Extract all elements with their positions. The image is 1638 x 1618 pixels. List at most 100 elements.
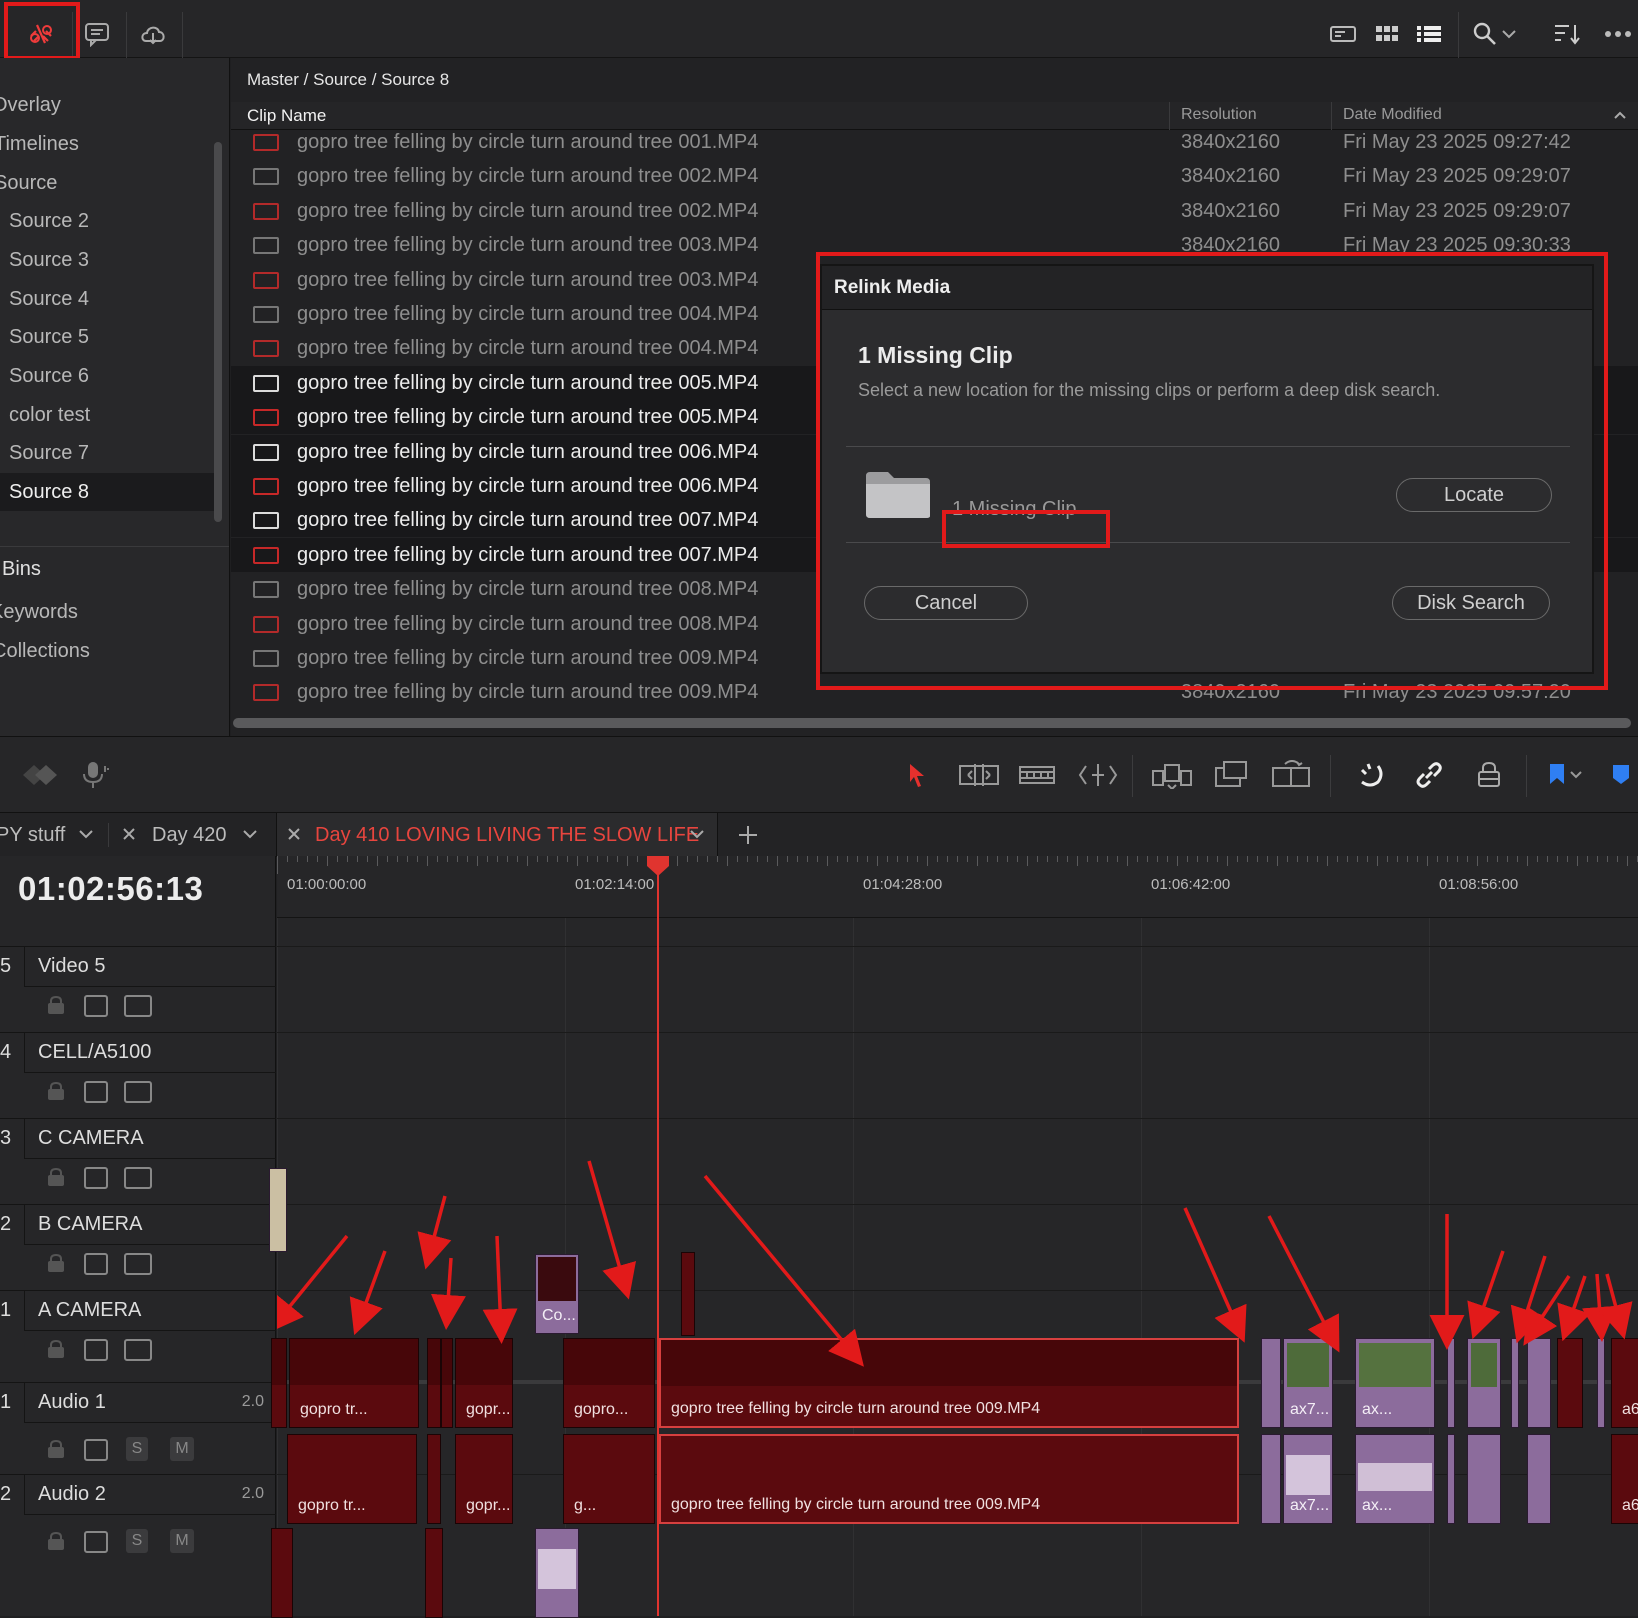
- audio-track-header[interactable]: 1 Audio 1 2.0 S M: [0, 1382, 276, 1474]
- trim-icon[interactable]: [956, 759, 1002, 791]
- sidebar-item[interactable]: Source 7: [0, 434, 214, 472]
- mute-button[interactable]: M: [170, 1529, 194, 1553]
- track-visibility-icon[interactable]: [124, 1339, 152, 1361]
- chevron-down-icon[interactable]: [1566, 759, 1586, 791]
- tab-day-410-active[interactable]: Day 410 LOVING LIVING THE SLOW LIFE: [276, 813, 718, 857]
- column-clip-name[interactable]: Clip Name: [247, 106, 326, 126]
- sidebar-item[interactable]: Source 8: [0, 473, 214, 511]
- chevron-down-icon[interactable]: [78, 829, 94, 839]
- breadcrumb[interactable]: Master / Source / Source 8: [247, 70, 449, 90]
- sidebar-item[interactable]: Source 5: [0, 318, 214, 356]
- close-icon[interactable]: [287, 827, 301, 841]
- sidebar-item[interactable]: Source 4: [0, 280, 214, 318]
- video-track-header[interactable]: 2 B CAMERA: [0, 1204, 276, 1290]
- track-visibility-icon[interactable]: [124, 995, 152, 1017]
- blade-icon[interactable]: [1076, 759, 1120, 791]
- lock-icon[interactable]: [46, 1167, 66, 1187]
- video-track-header[interactable]: 1 A CAMERA: [0, 1290, 276, 1376]
- lock-icon[interactable]: [46, 1439, 66, 1459]
- thumbnail-view-icon[interactable]: [1320, 12, 1366, 56]
- solo-button[interactable]: S: [126, 1529, 148, 1553]
- auto-select-icon[interactable]: [84, 1167, 108, 1189]
- marker-icon[interactable]: [1604, 759, 1638, 791]
- close-icon[interactable]: [122, 827, 136, 841]
- position-lock-icon[interactable]: [1472, 759, 1506, 791]
- sidebar-item[interactable]: Source 2: [0, 202, 214, 240]
- media-row[interactable]: gopro tree felling by circle turn around…: [231, 159, 1638, 193]
- sidebar-section[interactable]: Collections: [0, 632, 214, 670]
- metadata-icon[interactable]: [74, 12, 120, 56]
- sidebar-item[interactable]: color test: [0, 396, 214, 434]
- lock-icon[interactable]: [46, 1253, 66, 1273]
- render-cache-icon[interactable]: [20, 759, 60, 791]
- chevron-down-icon[interactable]: [689, 829, 705, 839]
- video-track-header[interactable]: 4 CELL/A5100: [0, 1032, 276, 1118]
- track-name[interactable]: Audio 1: [38, 1391, 106, 1414]
- sort-ascending-icon[interactable]: [1613, 110, 1627, 120]
- auto-select-icon[interactable]: [84, 1253, 108, 1275]
- tab-py-stuff[interactable]: PY stuff: [0, 813, 104, 857]
- cloud-icon[interactable]: [130, 12, 176, 56]
- track-name[interactable]: Video 5: [38, 955, 105, 978]
- auto-select-icon[interactable]: [84, 1531, 108, 1553]
- linked-selection-icon[interactable]: [1412, 759, 1446, 791]
- grid-view-icon[interactable]: [1364, 12, 1410, 56]
- sidebar-item[interactable]: Timelines: [0, 125, 214, 163]
- sidebar-item[interactable]: Source 6: [0, 357, 214, 395]
- solo-button[interactable]: S: [126, 1437, 148, 1461]
- track-visibility-icon[interactable]: [124, 1167, 152, 1189]
- sort-icon[interactable]: [1544, 12, 1590, 56]
- list-view-icon[interactable]: [1406, 12, 1452, 56]
- lock-icon[interactable]: [46, 1339, 66, 1359]
- track-name[interactable]: C CAMERA: [38, 1127, 144, 1150]
- replace-icon[interactable]: [1270, 759, 1314, 791]
- media-row[interactable]: gopro tree felling by circle turn around…: [231, 125, 1638, 159]
- relink-icon[interactable]: [18, 12, 64, 56]
- audio-track-header[interactable]: 2 Audio 2 2.0 S M: [0, 1474, 276, 1566]
- horizontal-scrollbar[interactable]: [233, 718, 1631, 728]
- mute-button[interactable]: M: [170, 1437, 194, 1461]
- track-name[interactable]: A CAMERA: [38, 1299, 141, 1322]
- chevron-down-icon[interactable]: [1494, 12, 1524, 56]
- add-timeline-button[interactable]: [736, 813, 764, 857]
- overwrite-icon[interactable]: [1212, 759, 1252, 791]
- voiceover-mic-icon[interactable]: [78, 759, 112, 791]
- sidebar-item[interactable]: Source 3: [0, 241, 214, 279]
- track-visibility-icon[interactable]: [124, 1253, 152, 1275]
- timeline-area[interactable]: 01:00:00:00 01:02:14:00 01:04:28:00 01:06:4…: [269, 856, 1638, 1618]
- lock-icon[interactable]: [46, 1531, 66, 1551]
- lock-icon[interactable]: [46, 995, 66, 1015]
- track-name[interactable]: CELL/A5100: [38, 1041, 151, 1064]
- chevron-down-icon[interactable]: [242, 829, 258, 839]
- auto-select-icon[interactable]: [84, 1439, 108, 1461]
- auto-select-icon[interactable]: [84, 995, 108, 1017]
- column-resolution[interactable]: Resolution: [1181, 106, 1257, 124]
- timecode-display[interactable]: 01:02:56:13: [18, 870, 203, 908]
- disk-search-button[interactable]: Disk Search: [1392, 586, 1550, 620]
- sidebar-section[interactable]: Keywords: [0, 593, 214, 631]
- tab-day-420[interactable]: Day 420: [118, 813, 268, 857]
- selection-icon[interactable]: [900, 759, 934, 791]
- locate-button[interactable]: Locate: [1396, 478, 1552, 512]
- media-row[interactable]: gopro tree felling by circle turn around…: [231, 194, 1638, 228]
- snapping-icon[interactable]: [1354, 759, 1388, 791]
- track-name[interactable]: Audio 2: [38, 1483, 106, 1506]
- media-row[interactable]: gopro tree felling by circle turn around…: [231, 675, 1638, 709]
- sidebar-item[interactable]: Overlay: [0, 86, 214, 124]
- auto-select-icon[interactable]: [84, 1081, 108, 1103]
- track-visibility-icon[interactable]: [124, 1081, 152, 1103]
- cancel-button[interactable]: Cancel: [864, 586, 1028, 620]
- video-track-header[interactable]: 5 Video 5: [0, 946, 276, 1032]
- sidebar-section[interactable]: Bins: [0, 550, 214, 588]
- media-row[interactable]: gopro tree felling by circle turn around…: [231, 228, 1638, 262]
- lock-icon[interactable]: [46, 1081, 66, 1101]
- insert-icon[interactable]: [1150, 759, 1194, 791]
- track-name[interactable]: B CAMERA: [38, 1213, 142, 1236]
- dynamic-trim-icon[interactable]: [1016, 759, 1058, 791]
- more-icon[interactable]: [1598, 12, 1638, 56]
- sidebar-scrollbar[interactable]: [214, 142, 222, 522]
- sidebar-item[interactable]: Source: [0, 164, 214, 202]
- auto-select-icon[interactable]: [84, 1339, 108, 1361]
- column-date-modified[interactable]: Date Modified: [1343, 106, 1442, 124]
- video-track-header[interactable]: 3 C CAMERA: [0, 1118, 276, 1204]
